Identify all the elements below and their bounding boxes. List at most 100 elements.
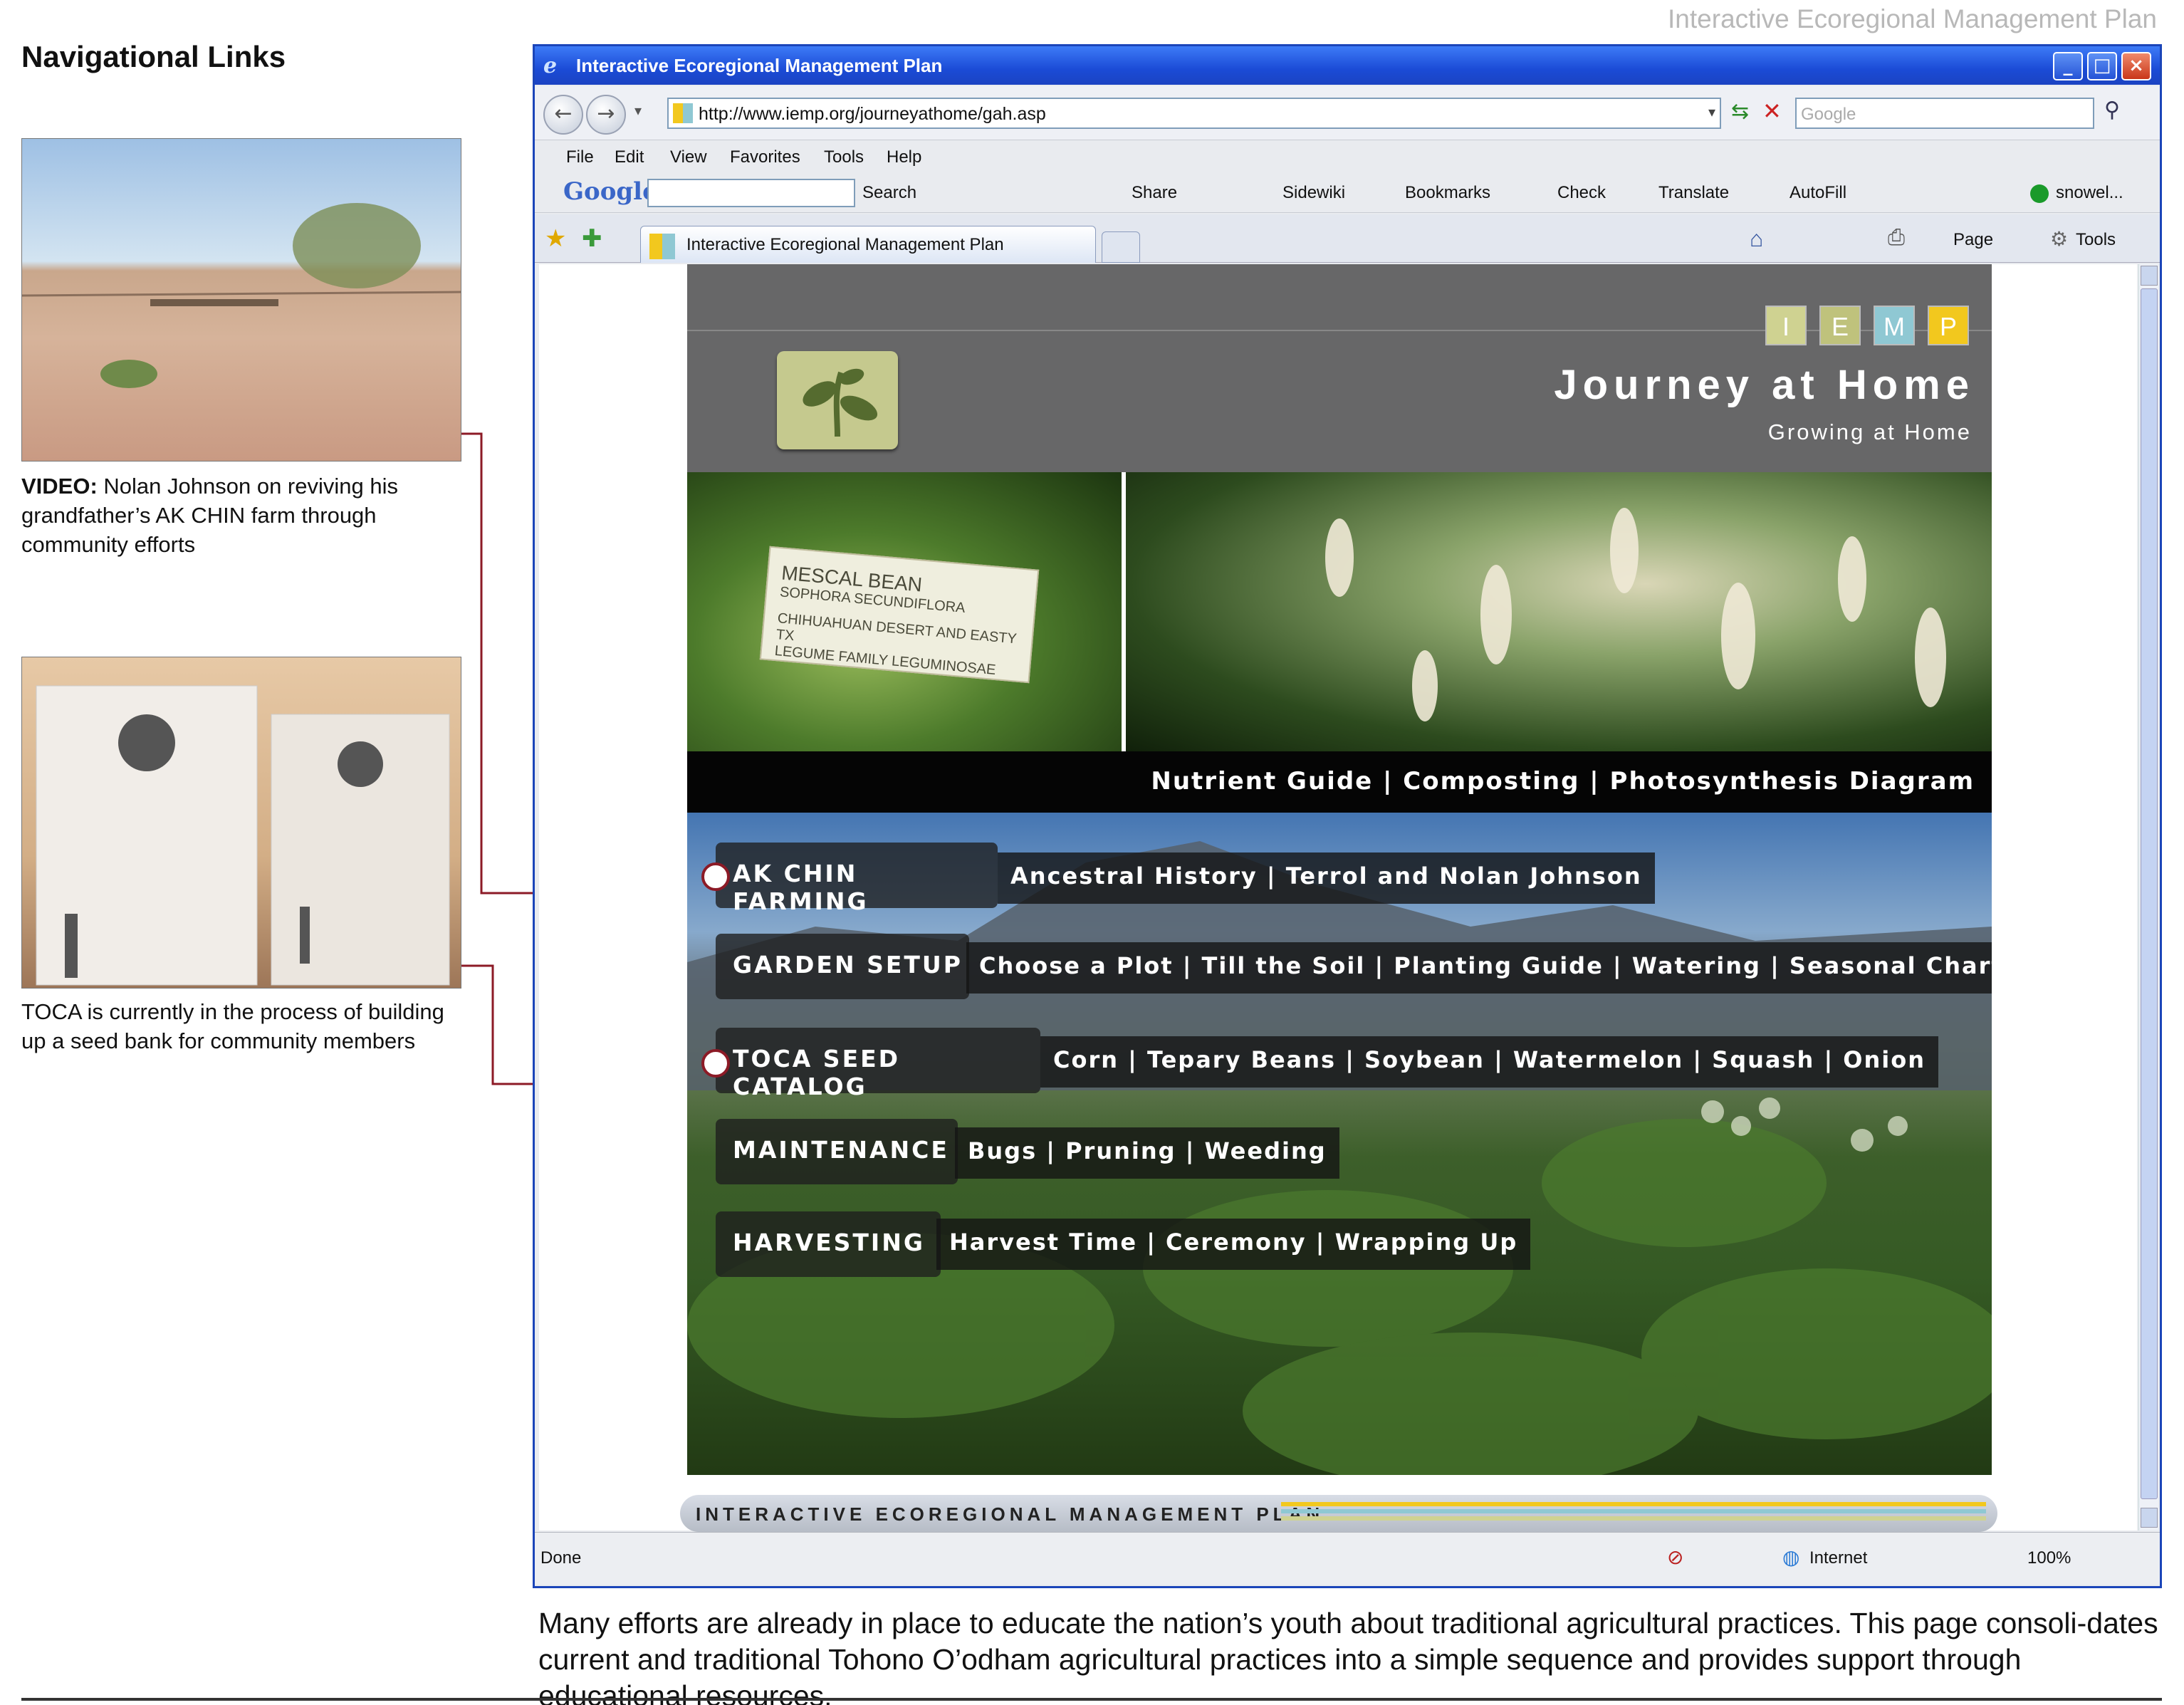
refresh-icon[interactable]: ⇆	[1731, 99, 1749, 124]
forward-button[interactable]: →	[586, 95, 626, 135]
google-brand: Google	[563, 177, 658, 206]
url-text: http://www.iemp.org/journeyathome/gah.as…	[699, 104, 1046, 124]
scroll-up-icon[interactable]	[2141, 266, 2158, 286]
scroll-thumb[interactable]	[2141, 288, 2158, 1499]
address-bar: ← → ▾ http://www.iemp.org/journeyathome/…	[535, 86, 2160, 140]
title-bar: e Interactive Ecoregional Management Pla…	[535, 46, 2160, 85]
hero-banner: MESCAL BEAN SOPHORA SECUNDIFLORA CHIHUAH…	[687, 472, 1992, 751]
tab-title: Interactive Ecoregional Management Plan	[686, 235, 1004, 254]
sidewiki-button[interactable]: Sidewiki	[1282, 183, 1345, 203]
footer-banner: INTERACTIVE ECOREGIONAL MANAGEMENT PLAN	[680, 1495, 1997, 1532]
plant-logo-icon	[777, 351, 898, 449]
video-caption: VIDEO: Nolan Johnson on reviving his gra…	[21, 471, 463, 559]
menu-tools[interactable]: Tools	[824, 147, 864, 167]
search-icon[interactable]: ⚲	[2104, 98, 2120, 122]
maximize-button[interactable]: □	[2087, 52, 2117, 80]
section-heading: Navigational Links	[21, 40, 286, 73]
step-harvesting[interactable]: HARVESTING	[716, 1211, 941, 1277]
zoom-level[interactable]: 100%	[2027, 1548, 2071, 1568]
resource-links[interactable]: Nutrient Guide | Composting | Photosynth…	[1151, 767, 1975, 796]
share-button[interactable]: Share	[1132, 183, 1177, 203]
step-maintenance[interactable]: MAINTENANCE	[716, 1119, 958, 1184]
video-caption-label: VIDEO:	[21, 474, 98, 499]
step-links-ak-chin[interactable]: Ancestral History | Terrol and Nolan Joh…	[998, 852, 1655, 904]
menu-file[interactable]: File	[566, 147, 594, 167]
farm-video-thumbnail[interactable]	[21, 138, 461, 462]
google-toolbar: Google Search Share Sidewiki Bookmarks C…	[535, 173, 2160, 213]
page-viewport: I E M P Journey at Home Growing at Home …	[539, 264, 2137, 1532]
google-search-input[interactable]	[647, 179, 855, 207]
search-input[interactable]: Google	[1795, 98, 2094, 129]
footer-stripes	[1281, 1502, 1986, 1521]
privacy-icon[interactable]: ⊘	[1667, 1545, 1683, 1569]
seed-bags-photo	[21, 657, 461, 989]
plant-sign: MESCAL BEAN SOPHORA SECUNDIFLORA CHIHUAH…	[759, 546, 1040, 684]
step-toca-seed-catalog[interactable]: TOCA SEED CATALOG	[716, 1028, 1040, 1100]
toca-caption: TOCA is currently in the process of buil…	[21, 999, 444, 1053]
browser-window: e Interactive Ecoregional Management Pla…	[533, 44, 2162, 1588]
home-icon[interactable]: ⌂	[1750, 226, 1763, 252]
tab-favicon-icon	[649, 234, 675, 259]
menu-edit[interactable]: Edit	[615, 147, 644, 167]
page-menu-button[interactable]: Page	[1953, 230, 1993, 250]
footer-text: INTERACTIVE ECOREGIONAL MANAGEMENT PLAN	[696, 1503, 1324, 1525]
bookmarks-button[interactable]: Bookmarks	[1405, 183, 1490, 203]
internet-globe-icon: ◍	[1782, 1546, 1800, 1568]
history-dropdown-icon[interactable]: ▾	[634, 102, 642, 120]
tab-bar: ★ ✚ Interactive Ecoregional Management P…	[535, 214, 2160, 263]
mescal-bean-photo: MESCAL BEAN SOPHORA SECUNDIFLORA CHIHUAH…	[687, 472, 1122, 751]
add-favorite-icon[interactable]: ✚	[582, 224, 602, 253]
site-header: I E M P Journey at Home Growing at Home	[687, 264, 1992, 472]
ie-logo-icon: e	[543, 53, 558, 78]
tools-menu-button[interactable]: Tools	[2076, 230, 2116, 250]
logo-letter-p: P	[1928, 306, 1969, 345]
logo-letter-i: I	[1765, 306, 1807, 345]
step-links-garden-setup[interactable]: Choose a Plot | Till the Soil | Planting…	[966, 942, 1992, 994]
vertical-scrollbar[interactable]	[2138, 264, 2158, 1531]
site-favicon-icon	[673, 103, 693, 123]
step-ak-chin-farming[interactable]: AK CHIN FARMING	[716, 843, 998, 915]
status-text: Done	[540, 1548, 582, 1568]
window-title: Interactive Ecoregional Management Plan	[576, 55, 943, 76]
step-garden-setup[interactable]: GARDEN SETUP	[716, 934, 969, 999]
farm-scene-illustration	[22, 203, 461, 388]
resource-links-bar: Nutrient Guide | Composting | Photosynth…	[687, 751, 1992, 813]
favorites-star-icon[interactable]: ★	[545, 224, 566, 253]
logo-letter-e: E	[1819, 306, 1861, 345]
stop-icon[interactable]: ✕	[1762, 98, 1782, 125]
bottom-rule	[21, 1698, 2162, 1701]
page-description: Many efforts are already in place to edu…	[538, 1607, 2158, 1705]
autofill-button[interactable]: AutoFill	[1789, 183, 1846, 203]
status-bar: Done ⊘ ◍ Internet 100%	[535, 1532, 2160, 1585]
callout-marker-toca	[701, 1049, 730, 1078]
menu-help[interactable]: Help	[887, 147, 921, 167]
back-button[interactable]: ←	[543, 95, 583, 135]
url-field[interactable]: http://www.iemp.org/journeyathome/gah.as…	[667, 98, 1721, 129]
step-links-maintenance[interactable]: Bugs | Pruning | Weeding	[955, 1127, 1339, 1179]
account-button[interactable]: snowel...	[2056, 183, 2123, 203]
scroll-down-icon[interactable]	[2141, 1508, 2158, 1528]
site-title: Journey at Home	[1554, 362, 1975, 408]
bean-pods-illustration	[1325, 508, 1946, 721]
tools-gear-icon: ⚙	[2050, 228, 2069, 250]
print-icon[interactable]: ⎙	[1888, 226, 1905, 250]
callout-marker-ak-chin	[701, 862, 730, 891]
minimize-button[interactable]: _	[2053, 52, 2083, 80]
document-header: Interactive Ecoregional Management Plan	[1668, 4, 2157, 33]
plant-icon	[803, 368, 878, 437]
translate-button[interactable]: Translate	[1658, 183, 1729, 203]
tab-active[interactable]: Interactive Ecoregional Management Plan	[640, 226, 1096, 263]
new-tab-button[interactable]	[1102, 231, 1140, 263]
security-zone: Internet	[1809, 1548, 1868, 1568]
logo-letter-m: M	[1874, 306, 1915, 345]
user-status-icon	[2030, 184, 2049, 203]
url-dropdown-icon[interactable]: ▾	[1708, 103, 1715, 121]
menu-view[interactable]: View	[670, 147, 707, 167]
step-links-harvesting[interactable]: Harvest Time | Ceremony | Wrapping Up	[936, 1219, 1531, 1270]
close-window-button[interactable]: ×	[2121, 52, 2151, 80]
menu-favorites[interactable]: Favorites	[730, 147, 800, 167]
step-links-toca[interactable]: Corn | Tepary Beans | Soybean | Watermel…	[1040, 1036, 1939, 1088]
check-button[interactable]: Check	[1557, 183, 1606, 203]
bean-pods-photo	[1126, 472, 1992, 751]
google-search-button[interactable]: Search	[862, 183, 916, 203]
